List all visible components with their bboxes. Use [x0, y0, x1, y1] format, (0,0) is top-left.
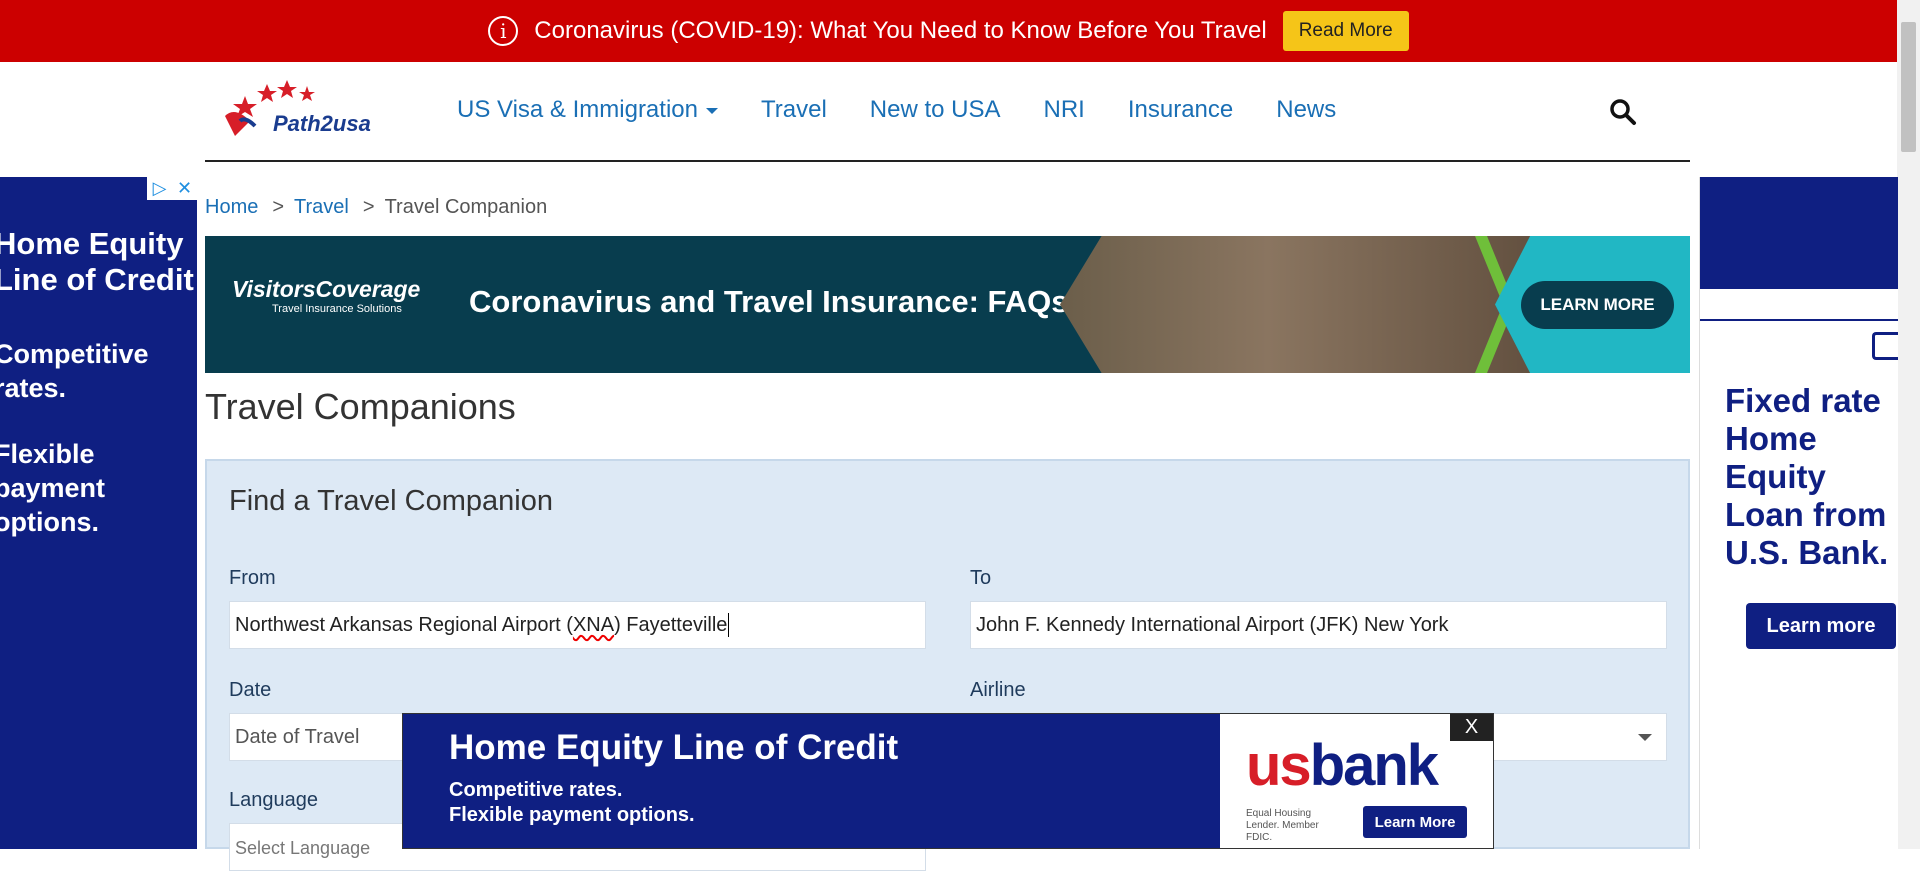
banner-tagline: Travel Insurance Solutions [272, 303, 402, 315]
adchoices-icon[interactable]: ▷ [147, 177, 172, 200]
nav-nri[interactable]: NRI [1044, 96, 1085, 124]
banner-learn-more-button[interactable]: LEARN MORE [1521, 281, 1674, 329]
left-ad-line: Flexible [0, 439, 95, 469]
nav-new-to-usa[interactable]: New to USA [870, 96, 1001, 124]
left-ad-line: Line of Credit [0, 262, 194, 297]
from-airport-input[interactable]: Northwest Arkansas Regional Airport (XNA… [229, 601, 926, 649]
close-ad-button[interactable]: X [1450, 714, 1493, 741]
right-ad-headline: Fixed rate Home Equity Loan from U.S. Ba… [1725, 382, 1889, 571]
close-icon[interactable]: ✕ [172, 177, 197, 200]
visitorscoverage-banner-ad[interactable]: VisitorsCoverage Travel Insurance Soluti… [205, 236, 1690, 373]
visitorscoverage-logo: VisitorsCoverage Travel Insurance Soluti… [232, 276, 420, 315]
breadcrumb-separator: > [272, 196, 285, 218]
language-label: Language [229, 789, 318, 811]
left-ad-line: Home Equity [0, 226, 184, 261]
bottom-ad-headline: Home Equity Line of Credit [449, 728, 899, 767]
info-icon: i [488, 16, 519, 46]
breadcrumb: Home > Travel > Travel Companion [205, 196, 547, 219]
fdic-notice: Equal Housing Lender. Member FDIC. [1246, 808, 1319, 843]
left-ad-line: payment [0, 473, 106, 503]
read-more-button[interactable]: Read More [1282, 11, 1409, 51]
bottom-ad-subtext: Competitive rates. Flexible payment opti… [449, 778, 695, 828]
banner-headline: Coronavirus and Travel Insurance: FAQs [469, 284, 1069, 319]
chevron-down-icon [705, 107, 718, 114]
site-header: Path2usa US Visa & Immigration Travel Ne… [205, 62, 1690, 162]
bottom-ad-learn-more-button[interactable]: Learn More [1363, 806, 1467, 838]
nav-news[interactable]: News [1276, 96, 1336, 124]
usbank-logo-us: us [1246, 733, 1312, 798]
form-title: Find a Travel Companion [229, 485, 553, 517]
chevron-down-icon [1638, 734, 1652, 741]
scrollbar-thumb[interactable] [1901, 22, 1916, 152]
banner-brand: VisitorsCoverage [232, 276, 421, 302]
main-nav: US Visa & Immigration Travel New to USA … [457, 96, 1379, 124]
page-scrollbar[interactable] [1897, 0, 1920, 849]
page-title: Travel Companions [205, 386, 516, 427]
left-ad-line: Competitive [0, 339, 149, 369]
text-cursor [728, 613, 730, 637]
right-ad-learn-more-button[interactable]: Learn more [1746, 603, 1896, 649]
left-ad-line: options. [0, 507, 99, 537]
nav-insurance[interactable]: Insurance [1128, 96, 1233, 124]
from-label: From [229, 567, 276, 589]
bottom-ad-sub-line: Competitive rates. [449, 779, 623, 801]
to-label: To [970, 567, 992, 589]
svg-text:Path2usa: Path2usa [273, 111, 371, 136]
airline-label: Airline [970, 679, 1026, 701]
ad-choices-controls: ▷ ✕ [147, 177, 197, 200]
breadcrumb-separator: > [362, 196, 375, 218]
breadcrumb-current: Travel Companion [384, 196, 548, 218]
bottom-sticky-ad[interactable]: Home Equity Line of Credit Competitive r… [402, 713, 1494, 849]
date-label: Date [229, 679, 272, 701]
bottom-ad-sub-line: Flexible payment options. [449, 804, 695, 826]
right-ad-decoration [1872, 332, 1898, 360]
path2usa-logo[interactable]: Path2usa [215, 76, 400, 146]
usbank-logo-bank: bank [1309, 733, 1439, 798]
from-value-code: XNA [572, 613, 615, 636]
left-side-ad[interactable]: Home Equity Line of Credit Competitive r… [0, 177, 197, 849]
right-ad-top-block [1700, 177, 1898, 289]
covid-alert-bar: i Coronavirus (COVID-19): What You Need … [0, 0, 1897, 62]
to-airport-input[interactable]: John F. Kennedy International Airport (J… [970, 601, 1667, 649]
nav-us-visa-immigration[interactable]: US Visa & Immigration [457, 96, 718, 124]
search-icon[interactable] [1608, 97, 1638, 127]
right-ad-divider [1700, 319, 1898, 321]
breadcrumb-home[interactable]: Home [205, 196, 258, 219]
from-value-prefix: Northwest Arkansas Regional Airport ( [235, 613, 573, 636]
usbank-logo: usbank [1246, 732, 1439, 799]
breadcrumb-travel[interactable]: Travel [294, 196, 349, 219]
nav-travel[interactable]: Travel [761, 96, 827, 124]
right-side-ad[interactable]: Fixed rate Home Equity Loan from U.S. Ba… [1699, 177, 1898, 849]
from-value-suffix: ) Fayetteville [614, 613, 728, 636]
alert-text[interactable]: Coronavirus (COVID-19): What You Need to… [534, 17, 1266, 45]
left-ad-line: rates. [0, 373, 67, 403]
